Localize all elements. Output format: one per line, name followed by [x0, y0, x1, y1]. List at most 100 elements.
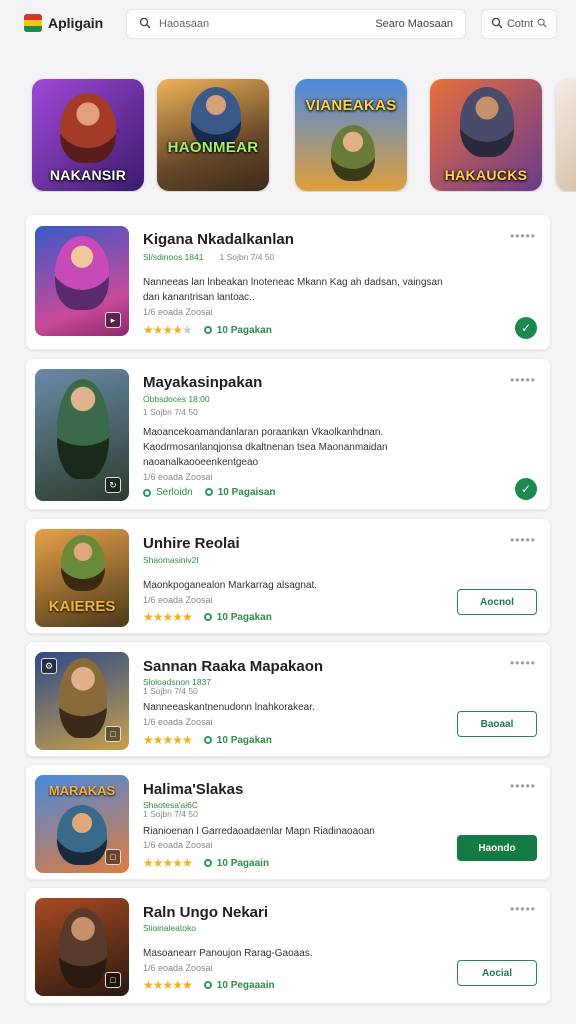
- rating-row: ★★★★★ 10 Pagakan: [143, 733, 272, 747]
- more-options-icon[interactable]: •••••: [510, 229, 536, 243]
- install-button[interactable]: Haondo: [457, 835, 537, 861]
- featured-carousel[interactable]: NAKANSIR HAONMEAR VIANEAKAS HAKAUCKS: [0, 76, 576, 192]
- installed-check-icon[interactable]: ✓: [515, 317, 537, 339]
- developer-label: 10 Pagaisan: [217, 487, 276, 498]
- app-thumbnail[interactable]: ▸: [35, 226, 129, 336]
- thumbnail-title: MARAKAS: [48, 783, 116, 798]
- character-art: [59, 908, 107, 988]
- app-card[interactable]: KAIERES Unhire Reolai Shaomasiniv2I Maon…: [25, 518, 551, 634]
- character-art: [57, 379, 109, 479]
- search-input[interactable]: Haoasaan: [159, 18, 375, 30]
- app-card[interactable]: □ Raln Ungo Nekari Slioinaleatoko Masoan…: [25, 887, 551, 1004]
- app-meta: Shaomasiniv2I: [143, 555, 199, 565]
- app-description: Rianioenan l Garredaoadaenlar Mapn Riadi…: [143, 826, 375, 837]
- developer-link[interactable]: 10 Pagakan: [203, 734, 272, 746]
- developer-link[interactable]: 10 Pagakan: [203, 611, 272, 623]
- platform-icon: ⚙: [41, 658, 57, 674]
- developer-link[interactable]: 10 Pagaain: [203, 857, 270, 869]
- app-card[interactable]: ⚙ □ Sannan Raaka Mapakaon Sloloadsnon 18…: [25, 641, 551, 757]
- rating-row: ★★★★★ 10 Pagakan: [143, 610, 272, 624]
- character-art: [331, 125, 375, 181]
- app-description: Masoanearr Panoujon Rarag-Gaoaas.: [143, 948, 313, 959]
- star-rating: ★★★★★: [143, 323, 193, 337]
- developer-link[interactable]: 10 Pagakan: [203, 325, 272, 336]
- app-meta: Slioinaleatoko: [143, 923, 196, 933]
- featured-banner[interactable]: NAKANSIR: [32, 79, 144, 191]
- account-button[interactable]: Cotnt: [481, 9, 557, 39]
- featured-banner[interactable]: HAONMEAR: [157, 79, 269, 191]
- app-title[interactable]: Unhire Reolai: [143, 535, 240, 552]
- app-version: 1 Sojbn 7/4 50: [143, 686, 198, 696]
- developer-icon: [203, 980, 212, 989]
- character-art: [191, 87, 241, 147]
- app-description: Maonkpoganealon Markarrag alsagnat.: [143, 580, 317, 591]
- developer-icon: [203, 858, 212, 867]
- developer-label: 10 Pegaaain: [216, 979, 275, 991]
- character-art: [61, 535, 105, 591]
- more-options-icon[interactable]: •••••: [510, 902, 536, 916]
- app-card[interactable]: ↻ Mayakasinpakan Obbsdoces 18:00 1 Sojbn…: [25, 358, 551, 510]
- app-thumbnail[interactable]: ↻: [35, 369, 129, 501]
- search-button[interactable]: Searo Maosaan: [375, 18, 453, 30]
- star-rating: ★★★★★: [143, 856, 193, 870]
- app-subtext: 1/6 eoada Zoosai: [143, 472, 213, 482]
- developer-label: 10 Pagakan: [216, 611, 272, 623]
- platform-icon: □: [105, 726, 121, 742]
- developer-icon: [203, 325, 212, 334]
- more-options-icon[interactable]: •••••: [510, 779, 536, 793]
- app-category: Shaomasiniv2I: [143, 555, 199, 565]
- install-button[interactable]: Aocnol: [457, 589, 537, 615]
- developer-link[interactable]: 10 Pegaaain: [203, 979, 275, 991]
- developer-link[interactable]: 10 Pagaisan: [204, 487, 276, 498]
- developer-icon: [204, 488, 213, 496]
- developer-name: Serloidn: [156, 487, 193, 498]
- banner-title: HAONMEAR: [167, 139, 259, 156]
- star-rating: ★★★★★: [143, 733, 193, 747]
- featured-banner[interactable]: HAKAUCKS: [430, 79, 542, 191]
- app-card[interactable]: MARAKAS □ Halima'Slakas Shaotesa'ai6C 1 …: [25, 764, 551, 880]
- app-thumbnail[interactable]: KAIERES: [35, 529, 129, 627]
- star-rating: ★★★★★: [143, 610, 193, 624]
- app-title[interactable]: Halima'Slakas: [143, 781, 243, 798]
- platform-icon: ▸: [105, 312, 121, 328]
- rating-row: ★★★★★ 10 Pagakan: [143, 323, 272, 337]
- app-category: Sl/sdinoos 1841: [143, 252, 204, 262]
- app-version: 1 Sojbn 7/4 50: [143, 407, 198, 417]
- featured-banner[interactable]: VIANEAKAS: [295, 79, 407, 191]
- app-subtext: 1/6 eoada Zoosai: [143, 963, 213, 973]
- more-options-icon[interactable]: •••••: [510, 656, 536, 670]
- account-label: Cotnt: [506, 18, 534, 30]
- rating-row: ★★★★★ 10 Pagaain: [143, 856, 269, 870]
- app-thumbnail[interactable]: MARAKAS □: [35, 775, 129, 873]
- banner-title: HAKAUCKS: [444, 167, 528, 183]
- app-subtext: 1/6 eoada Zoosai: [143, 307, 213, 317]
- app-meta: Obbsdoces 18:00: [143, 394, 210, 404]
- developer-label: 10 Pagakan: [216, 734, 272, 746]
- more-options-icon[interactable]: •••••: [510, 533, 536, 547]
- more-options-icon[interactable]: •••••: [510, 373, 536, 387]
- app-title[interactable]: Raln Ungo Nekari: [143, 904, 268, 921]
- search-bar[interactable]: Haoasaan Searo Maosaan: [126, 9, 466, 39]
- app-category: Obbsdoces 18:00: [143, 394, 210, 404]
- app-description: Nanneeas lan lnbeakan lnoteneac Mkann Ka…: [143, 277, 443, 303]
- rating-row: Serloidn 10 Pagaisan: [143, 487, 276, 498]
- installed-check-icon[interactable]: ✓: [515, 478, 537, 500]
- app-title[interactable]: Mayakasinpakan: [143, 374, 262, 391]
- install-button[interactable]: Baoaal: [457, 711, 537, 737]
- app-thumbnail[interactable]: ⚙ □: [35, 652, 129, 750]
- app-title[interactable]: Kigana Nkadalkanlan: [143, 231, 294, 248]
- app-meta: Sl/sdinoos 1841 1 Sojbn 7/4 50: [143, 252, 274, 262]
- rating-row: ★★★★★ 10 Pegaaain: [143, 978, 275, 992]
- character-art: [57, 805, 107, 865]
- character-art: [55, 236, 109, 310]
- install-button[interactable]: Aocial: [457, 960, 537, 986]
- brand[interactable]: Apligain: [24, 14, 103, 32]
- featured-banner[interactable]: [556, 79, 576, 191]
- app-thumbnail[interactable]: □: [35, 898, 129, 996]
- app-description: Maoancekoamandanlaran poraankan Vkaolkan…: [143, 427, 388, 468]
- app-version: 1 Sojbn 7/4 50: [143, 809, 198, 819]
- developer-label: 10 Pagaain: [216, 857, 270, 869]
- app-subtext: 1/6 eoada Zoosai: [143, 595, 213, 605]
- app-title[interactable]: Sannan Raaka Mapakaon: [143, 658, 323, 675]
- app-card[interactable]: ▸ Kigana Nkadalkanlan Sl/sdinoos 1841 1 S…: [25, 214, 551, 350]
